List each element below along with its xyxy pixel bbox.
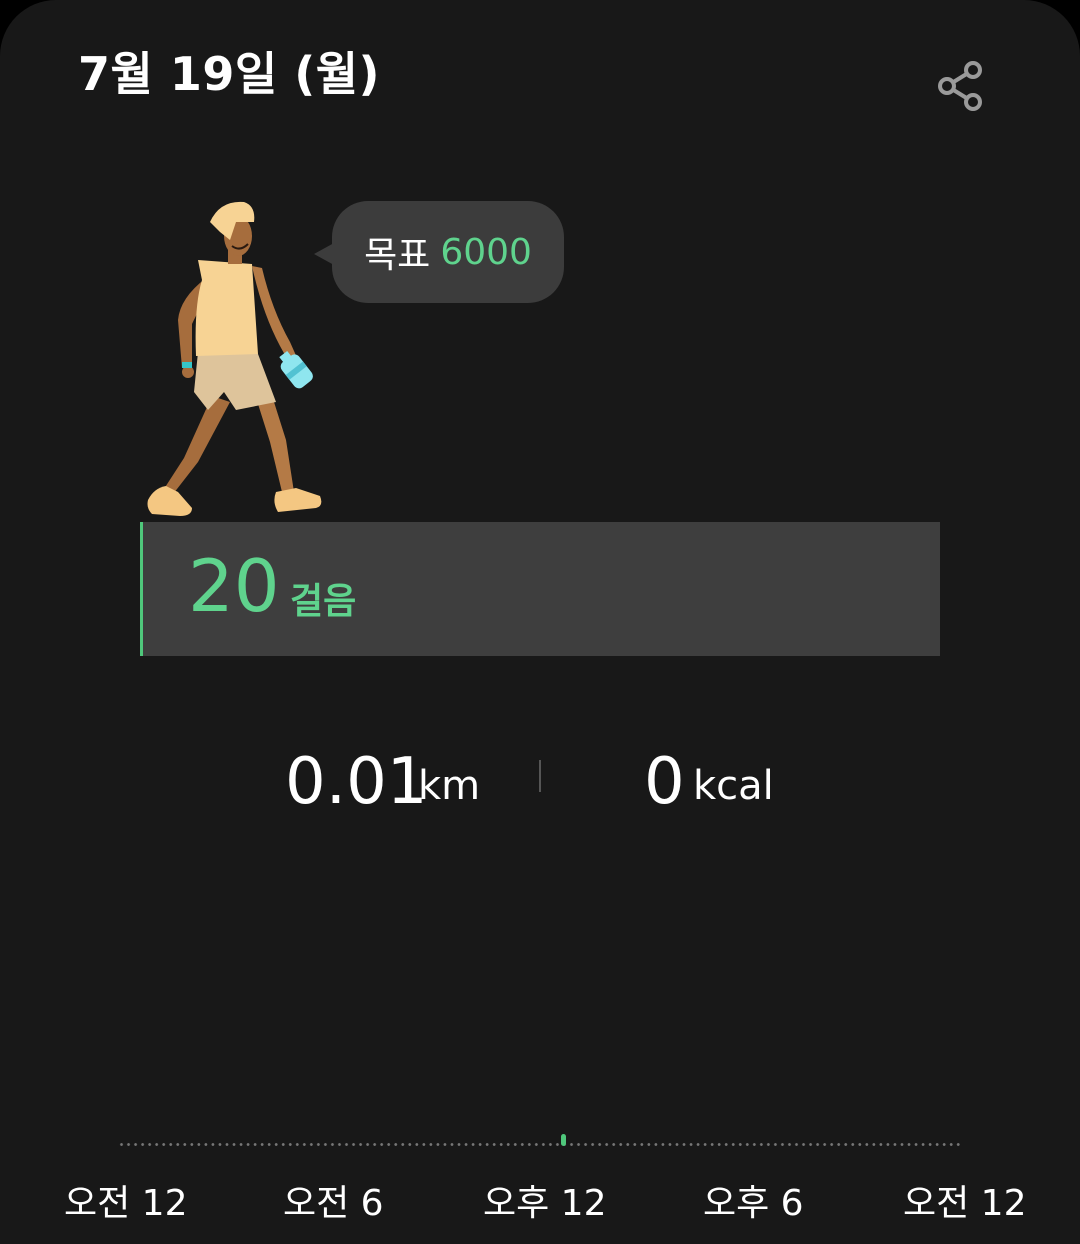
steps-unit: 걸음 xyxy=(290,581,357,622)
daily-steps-card: 7월 19일 (월) 목표 6000 20 걸음 0.01 km 0 kcal … xyxy=(0,0,1080,1244)
steps-count: 20 xyxy=(188,544,280,628)
activity-timeline xyxy=(118,1134,963,1154)
metric-divider xyxy=(539,760,541,792)
timeline-activity-marker xyxy=(561,1134,566,1146)
calories-unit: kcal xyxy=(693,763,774,809)
walking-person-illustration xyxy=(147,201,322,516)
timeline-tick-label: 오전 6 xyxy=(283,1183,384,1224)
goal-value: 6000 xyxy=(440,231,532,273)
steps-bar-accent xyxy=(140,522,143,656)
goal-bubble: 목표 6000 xyxy=(314,201,564,303)
timeline-tick-label: 오후 12 xyxy=(483,1183,607,1224)
goal-label: 목표 xyxy=(364,235,431,276)
distance-unit: km xyxy=(418,763,481,809)
timeline-tick-label: 오후 6 xyxy=(703,1183,804,1224)
timeline-tick-label: 오전 12 xyxy=(903,1183,1027,1224)
share-icon[interactable] xyxy=(930,56,990,116)
timeline-tick-label: 오전 12 xyxy=(64,1183,188,1224)
calories-value: 0 xyxy=(644,745,685,819)
distance-value: 0.01 xyxy=(285,745,428,819)
date-title: 7월 19일 (월) xyxy=(78,47,381,101)
steps-bar: 20 걸음 xyxy=(140,522,940,656)
timeline-dots xyxy=(118,1143,963,1146)
